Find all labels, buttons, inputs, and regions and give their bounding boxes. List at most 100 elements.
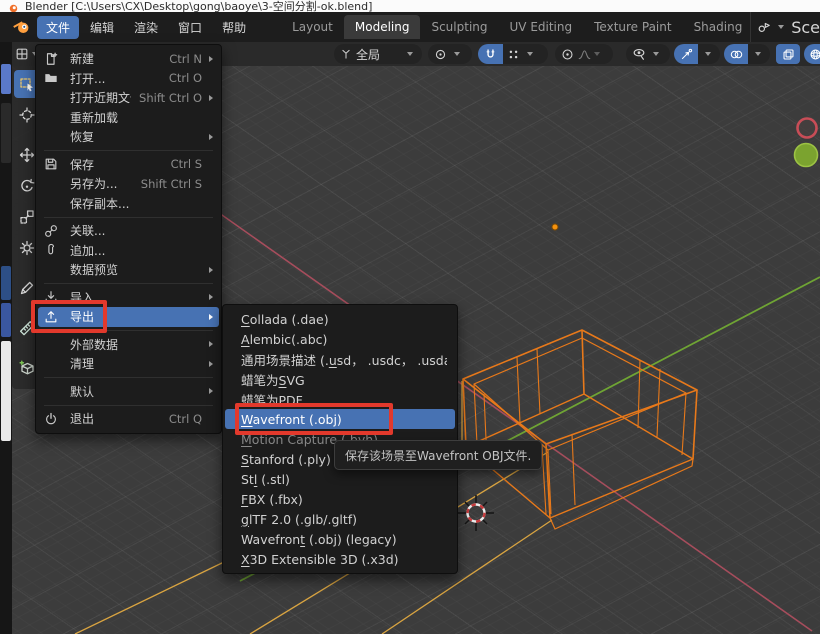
menu-separator [44, 283, 213, 284]
menu-item-icon [44, 71, 70, 85]
workspace-tab[interactable]: Modeling [344, 15, 421, 39]
menu-item-icon [44, 243, 70, 257]
snapping-group [478, 44, 548, 64]
gizmos-group [674, 44, 720, 64]
menubar-item[interactable]: 渲染 [125, 16, 167, 39]
menu-item-label: 退出 [70, 410, 161, 427]
gizmo-arrow-icon [680, 48, 693, 61]
menubar-item[interactable]: 窗口 [169, 16, 211, 39]
tooltip: 保存该场景至Wavefront OBJ文件. [334, 440, 542, 470]
overlays-group [724, 44, 770, 64]
file-menu-item[interactable]: 默认 [38, 382, 219, 402]
file-menu-item[interactable]: 追加... [38, 241, 219, 261]
main-menus: 文件 编辑 渲染 窗口 帮助 [37, 16, 257, 39]
menu-item-icon [44, 412, 70, 426]
snap-mode-icon[interactable] [507, 48, 520, 61]
file-menu-item[interactable]: 清理 [38, 354, 219, 374]
export-submenu-item[interactable]: X3D Extensible 3D (.x3d) [225, 549, 455, 569]
background-window-sliver [0, 11, 12, 634]
menu-item-label: 保存 [70, 156, 163, 173]
workspace-tab[interactable]: Texture Paint [583, 15, 682, 39]
menu-separator [44, 405, 213, 406]
export-submenu-item[interactable]: 通用场景描述 (.usd， .usdc， .usda) [225, 349, 455, 369]
file-menu-item[interactable]: 关联... [38, 221, 219, 241]
blender-logo-icon[interactable] [12, 19, 31, 35]
tool-icon [19, 280, 35, 296]
workspace-tab[interactable]: Shading [683, 15, 754, 39]
gizmos-toggle[interactable] [674, 44, 698, 64]
file-menu-item[interactable]: 保存副本... [38, 194, 219, 214]
snap-toggle[interactable] [478, 44, 503, 64]
file-menu-item[interactable]: 另存为... Shift Ctrl S [38, 174, 219, 194]
menu-separator [44, 150, 213, 151]
proportional-edit-icon[interactable] [561, 48, 574, 61]
submenu-arrow-icon [209, 134, 213, 140]
file-menu-item[interactable]: 重新加载 [38, 108, 219, 128]
file-menu-item[interactable]: 打开... Ctrl O [38, 69, 219, 89]
workspace-tab[interactable]: Sculpting [420, 15, 498, 39]
sliver-fragment [1, 103, 11, 163]
falloff-curve-icon[interactable] [578, 48, 591, 61]
menu-item-label: 清理 [70, 355, 194, 372]
export-submenu-item[interactable]: 蜡笔为SVG [225, 369, 455, 389]
file-menu-item[interactable]: 新建 Ctrl N [38, 49, 219, 69]
menubar-item[interactable]: 文件 [37, 16, 79, 39]
gizmo-x-axis-ball[interactable] [798, 119, 817, 138]
file-menu-item[interactable]: 打开近期文件 Shift Ctrl O [38, 88, 219, 108]
3d-cursor[interactable] [458, 495, 494, 531]
workspace-tab-label: Sculpting [431, 20, 487, 34]
shading-wireframe-button[interactable] [804, 44, 820, 64]
file-menu-dropdown: 新建 Ctrl N 打开... Ctrl O 打开近期文件 Shift Ctrl… [35, 44, 222, 434]
workspace-tabs: Layout Modeling Sculpting UV Editing Tex… [281, 15, 820, 39]
file-menu-item[interactable]: 恢复 [38, 127, 219, 147]
file-menu-item[interactable]: 保存 Ctrl S [38, 155, 219, 175]
tool-icon [19, 76, 35, 92]
scene-icon [757, 20, 771, 34]
pivot-point-dropdown[interactable] [428, 44, 472, 64]
visibility-dropdown[interactable] [626, 44, 670, 64]
tool-icon [19, 240, 35, 256]
xray-toggle[interactable] [776, 44, 800, 64]
menu-item-label: 关联... [70, 222, 194, 239]
tool-icon [19, 107, 35, 123]
scene-selector[interactable]: Sce [750, 12, 820, 42]
top-bar: 文件 编辑 渲染 窗口 帮助 Layout Modeling Sculpting [0, 12, 820, 42]
export-submenu-item[interactable]: Collada (.dae) [225, 309, 455, 329]
chevron-down-icon [653, 52, 659, 56]
menu-item-icon [44, 224, 70, 238]
file-menu-item[interactable]: 退出 Ctrl Q [38, 409, 219, 429]
menu-item-shortcut: Ctrl N [169, 52, 202, 66]
export-submenu-item[interactable]: Wavefront (.obj) (legacy) [225, 529, 455, 549]
export-submenu-item[interactable]: Stl (.stl) [225, 469, 455, 489]
tool-icon [19, 360, 35, 376]
overlays-toggle[interactable] [724, 44, 748, 64]
export-submenu-dropdown: Collada (.dae) Alembic(.abc) 通用场景描述 (.us… [222, 304, 458, 574]
export-submenu-item[interactable]: Alembic(.abc) [225, 329, 455, 349]
submenu-arrow-icon [209, 56, 213, 62]
sliver-fragment [1, 341, 11, 441]
chevron-down-icon [755, 52, 761, 56]
menu-item-label: X3D Extensible 3D (.x3d) [241, 552, 447, 567]
menu-item-shortcut: Ctrl Q [169, 412, 202, 426]
workspace-tab[interactable]: UV Editing [499, 15, 584, 39]
menu-item-label: 保存副本... [70, 195, 194, 212]
file-menu-item[interactable]: 外部数据 [38, 335, 219, 355]
menu-item-label: 另存为... [70, 175, 133, 192]
menu-item-shortcut: Shift Ctrl S [141, 177, 202, 191]
menubar-item-label: 帮助 [222, 21, 246, 35]
menubar-item[interactable]: 编辑 [81, 16, 123, 39]
menubar-item-label: 窗口 [178, 21, 202, 35]
menu-item-label: 新建 [70, 50, 161, 67]
menubar-item[interactable]: 帮助 [213, 16, 255, 39]
menu-item-label: Alembic(.abc) [241, 332, 447, 347]
workspace-tab-label: UV Editing [510, 20, 573, 34]
export-submenu-item[interactable]: FBX (.fbx) [225, 489, 455, 509]
transform-orientation-dropdown[interactable]: 全局 [334, 44, 422, 64]
export-submenu-item[interactable]: glTF 2.0 (.glb/.gltf) [225, 509, 455, 529]
workspace-tab[interactable]: Layout [281, 15, 344, 39]
submenu-arrow-icon [209, 267, 213, 273]
gizmo-y-axis-ball[interactable] [795, 144, 818, 167]
object-origin-dot[interactable] [552, 224, 558, 230]
file-menu-item[interactable]: 数据预览 [38, 260, 219, 280]
menu-item-label: Wavefront (.obj) (legacy) [241, 532, 447, 547]
